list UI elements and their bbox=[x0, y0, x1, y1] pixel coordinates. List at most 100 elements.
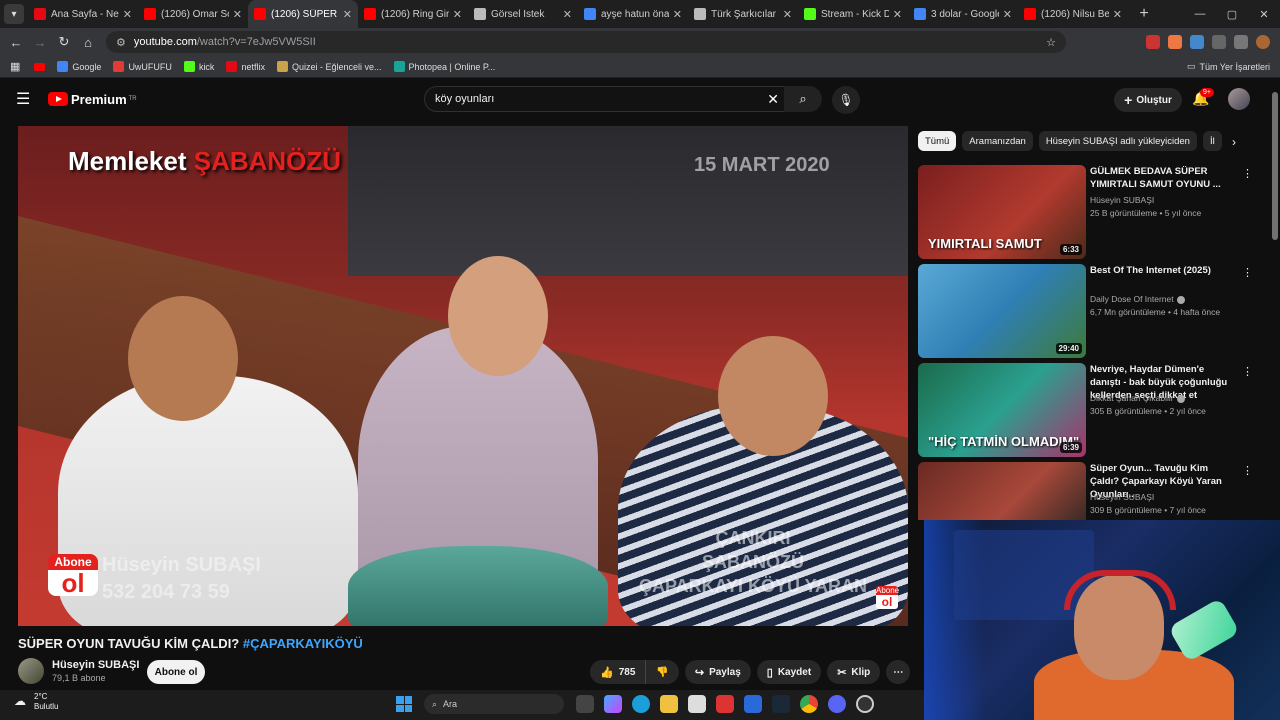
recommended-video[interactable]: YIMIRTALI SAMUT 6:33 GÜLMEK BEDAVA SÜPER Y… bbox=[918, 165, 1258, 259]
back-button[interactable]: ← bbox=[4, 35, 28, 50]
close-window-button[interactable]: ✕ bbox=[1248, 0, 1280, 28]
recommended-channel[interactable]: Hüseyin SUBAŞI bbox=[1090, 195, 1154, 205]
search-button[interactable]: ⌕ bbox=[784, 86, 822, 112]
copilot-icon[interactable] bbox=[604, 695, 622, 713]
video-player[interactable]: Memleket ŞABANÖZÜ 15 MART 2020 Abone ol … bbox=[18, 126, 908, 626]
browser-tab[interactable]: Stream - Kick Das ✕ bbox=[798, 0, 908, 28]
youtube-logo[interactable]: Premium TR bbox=[48, 92, 137, 107]
mail-icon[interactable] bbox=[744, 695, 762, 713]
more-vert-icon[interactable]: ⋮ bbox=[1242, 365, 1253, 378]
browser-tab[interactable]: Görsel İstek ✕ bbox=[468, 0, 578, 28]
windows-start-icon[interactable] bbox=[396, 696, 412, 712]
steam-icon[interactable] bbox=[772, 695, 790, 713]
hashtag-link[interactable]: #ÇAPARKAYIKÖYÜ bbox=[243, 636, 363, 651]
voice-search-button[interactable]: 🎙 bbox=[832, 86, 860, 114]
recommended-channel[interactable]: Dikkat Şahan Çıkabilir bbox=[1090, 393, 1185, 403]
more-vert-icon[interactable]: ⋮ bbox=[1242, 167, 1253, 180]
extension-icon[interactable] bbox=[1146, 35, 1160, 49]
browser-tab[interactable]: Ana Sayfa - Netflix ✕ bbox=[28, 0, 138, 28]
edge-icon[interactable] bbox=[632, 695, 650, 713]
bookmark-item[interactable]: kick bbox=[183, 61, 214, 72]
close-tab-icon[interactable]: ✕ bbox=[673, 8, 682, 21]
close-tab-icon[interactable]: ✕ bbox=[343, 8, 352, 21]
recommended-video[interactable]: 29:40 Best Of The Internet (2025) Daily Do… bbox=[918, 264, 1258, 358]
extension-icon[interactable] bbox=[1168, 35, 1182, 49]
bookmark-item[interactable]: Google bbox=[57, 61, 101, 72]
bookmark-item[interactable]: Quizei - Eğlenceli ve... bbox=[276, 61, 382, 72]
bookmark-star-icon[interactable]: ☆ bbox=[1046, 36, 1056, 49]
menu-icon[interactable]: ☰ bbox=[16, 89, 40, 109]
channel-avatar[interactable] bbox=[18, 658, 44, 684]
all-bookmarks-folder[interactable]: ▭ Tüm Yer İşaretleri bbox=[1187, 61, 1270, 72]
file-explorer-icon[interactable] bbox=[660, 695, 678, 713]
obs-icon[interactable] bbox=[856, 695, 874, 713]
close-tab-icon[interactable]: ✕ bbox=[123, 8, 132, 21]
more-vert-icon[interactable]: ⋮ bbox=[1242, 266, 1253, 279]
search-input[interactable]: köy oyunları ✕ bbox=[424, 86, 790, 112]
apps-grid-icon[interactable]: ▦ bbox=[10, 60, 20, 73]
video-thumbnail[interactable] bbox=[918, 462, 1086, 520]
save-button[interactable]: ▯ Kaydet bbox=[756, 660, 822, 684]
dislike-button[interactable]: 👎 bbox=[646, 667, 678, 678]
clear-search-icon[interactable]: ✕ bbox=[767, 91, 779, 108]
account-avatar[interactable] bbox=[1228, 88, 1250, 110]
puzzle-icon[interactable] bbox=[1234, 35, 1248, 49]
app-icon[interactable] bbox=[716, 695, 734, 713]
bookmark-item[interactable]: netflix bbox=[226, 61, 265, 72]
filter-chip[interactable]: Aramanızdan bbox=[962, 131, 1033, 151]
reload-button[interactable]: ↻ bbox=[52, 34, 76, 50]
video-thumbnail[interactable]: 29:40 bbox=[918, 264, 1086, 358]
url-input[interactable]: ⚙ youtube.com /watch?v=7eJw5VW5SII ☆ bbox=[106, 31, 1066, 53]
close-tab-icon[interactable]: ✕ bbox=[453, 8, 462, 21]
chrome-icon[interactable] bbox=[800, 695, 818, 713]
subscribe-button[interactable]: Abone ol bbox=[147, 660, 205, 684]
recommended-video[interactable]: "HİÇ TATMİN OLMADIM" 6:39 Nevriye, Haydar … bbox=[918, 363, 1258, 457]
browser-tab[interactable]: (1206) Nilsu Berfi ✕ bbox=[1018, 0, 1128, 28]
like-button[interactable]: 👍 785 bbox=[590, 660, 647, 684]
browser-tab[interactable]: ayşe hatun önal y ✕ bbox=[578, 0, 688, 28]
browser-tab[interactable]: 3 dolar - Google ✕ bbox=[908, 0, 1018, 28]
browser-tab[interactable]: Türk Şarkıcılar Tie ✕ bbox=[688, 0, 798, 28]
channel-name[interactable]: Hüseyin SUBAŞI bbox=[52, 659, 139, 671]
youtube-bookmark-icon[interactable] bbox=[34, 62, 46, 71]
browser-tab[interactable]: (1206) Omar Soul ✕ bbox=[138, 0, 248, 28]
recommended-channel[interactable]: Hüseyin SUBAŞI bbox=[1090, 492, 1154, 502]
new-tab-button[interactable]: + bbox=[1134, 5, 1154, 23]
home-button[interactable]: ⌂ bbox=[76, 35, 100, 50]
browser-tab[interactable]: (1206) SÜPER ✕ bbox=[248, 0, 358, 28]
video-thumbnail[interactable]: YIMIRTALI SAMUT 6:33 bbox=[918, 165, 1086, 259]
close-tab-icon[interactable]: ✕ bbox=[783, 8, 792, 21]
filter-chip[interactable]: Tümü bbox=[918, 131, 957, 151]
recommended-video[interactable]: Süper Oyun... Tavuğu Kim Çaldı? Çaparkay… bbox=[918, 462, 1258, 520]
scrollbar[interactable] bbox=[1272, 92, 1278, 240]
close-tab-icon[interactable]: ✕ bbox=[1113, 8, 1122, 21]
more-actions-button[interactable]: ⋯ bbox=[886, 660, 911, 684]
bookmark-item[interactable]: Photopea | Online P... bbox=[393, 61, 495, 72]
task-view-icon[interactable] bbox=[576, 695, 594, 713]
video-thumbnail[interactable]: "HİÇ TATMİN OLMADIM" 6:39 bbox=[918, 363, 1086, 457]
minimize-button[interactable]: — bbox=[1184, 0, 1216, 28]
profile-icon[interactable] bbox=[1256, 35, 1270, 49]
chevron-right-icon[interactable]: › bbox=[1232, 135, 1236, 149]
browser-tab[interactable]: (1206) Ring Girl C ✕ bbox=[358, 0, 468, 28]
discord-icon[interactable] bbox=[828, 695, 846, 713]
share-button[interactable]: ↪ Paylaş bbox=[684, 660, 751, 684]
shield-icon[interactable] bbox=[1212, 35, 1226, 49]
recommended-title[interactable]: Best Of The Internet (2025) bbox=[1090, 264, 1230, 277]
extension-icon[interactable] bbox=[1190, 35, 1204, 49]
bookmark-item[interactable]: UwUFUFU bbox=[113, 61, 172, 72]
forward-button[interactable]: → bbox=[28, 35, 52, 50]
taskbar-search[interactable]: ⌕ Ara bbox=[424, 694, 564, 714]
create-button[interactable]: + Oluştur bbox=[1114, 88, 1182, 112]
tab-search-button[interactable]: ▾ bbox=[4, 4, 24, 24]
clip-button[interactable]: ✂ Klip bbox=[827, 660, 881, 684]
close-tab-icon[interactable]: ✕ bbox=[1003, 8, 1012, 21]
weather-widget[interactable]: ☁ 2°C Bulutlu bbox=[14, 692, 58, 712]
maximize-button[interactable]: ▢ bbox=[1216, 0, 1248, 28]
filter-chip[interactable]: Hüseyin SUBAŞI adlı yükleyiciden bbox=[1038, 131, 1197, 151]
store-icon[interactable] bbox=[688, 695, 706, 713]
more-vert-icon[interactable]: ⋮ bbox=[1242, 464, 1253, 477]
close-tab-icon[interactable]: ✕ bbox=[233, 8, 242, 21]
filter-chip[interactable]: İl bbox=[1202, 131, 1222, 151]
site-info-icon[interactable]: ⚙ bbox=[116, 36, 126, 49]
